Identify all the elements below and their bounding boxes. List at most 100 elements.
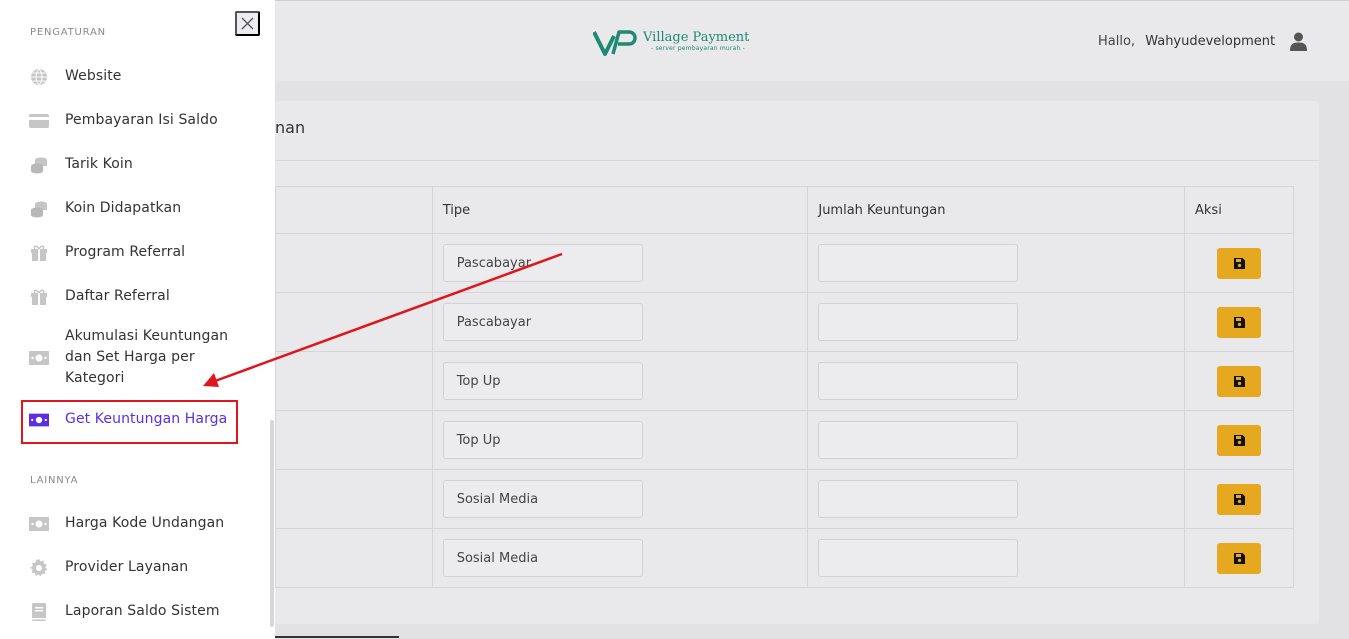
table-cell [275,351,433,411]
sidebar-item-label: Program Referral [65,244,186,260]
jumlah-keuntungan-input[interactable] [818,303,1019,341]
column-header-aksi: Aksi [1184,186,1294,234]
tipe-field[interactable]: Pascabayar [442,303,643,341]
table-cell: Pascabayar [431,292,809,352]
table-header-row: Tipe Jumlah Keuntungan Aksi [275,186,1294,234]
table-cell [807,233,1186,293]
section-heading-pengaturan: PENGATURAN [30,27,106,38]
username[interactable]: Wahyudevelopment [1145,34,1275,49]
sidebar-item-label: Harga Kode Undangan [65,515,225,531]
table-cell [275,410,433,470]
table-row: Top Up [275,410,1294,470]
table-cell [1184,410,1294,470]
table-cell: Sosial Media [431,528,809,588]
tipe-field[interactable]: Sosial Media [442,480,643,518]
sidebar-item-koin-didapatkan[interactable]: Koin Didapatkan [29,198,234,219]
sidebar-item-daftar-referral[interactable]: Daftar Referral [29,286,234,307]
brand-name: Village Payment [643,30,750,45]
sidebar-item-pembayaran-isi-saldo[interactable]: Pembayaran Isi Saldo [29,110,234,131]
sidebar-item-website[interactable]: Website [29,66,234,87]
sidebar-item-label: Provider Layanan [65,559,189,575]
gift-icon [29,287,49,307]
table-row: Pascabayar [275,292,1294,352]
sidebar-item-label: Laporan Saldo Sistem [65,603,220,619]
tipe-field[interactable]: Top Up [442,362,643,400]
sidebar-item-harga-kode-undangan[interactable]: Harga Kode Undangan [29,513,234,534]
section-heading-lainnya: LAINNYA [30,475,79,486]
jumlah-keuntungan-input[interactable] [818,362,1019,400]
tipe-field[interactable]: Top Up [442,421,643,459]
sidebar-item-label: Daftar Referral [65,288,170,304]
sidebar-item-label: Akumulasi Keuntungan dan Set Harga per K… [65,328,229,386]
gear-icon [29,558,49,578]
column-header [275,186,433,234]
jumlah-keuntungan-input[interactable] [818,539,1019,577]
vp-logo-mark [593,30,637,56]
table-cell [807,528,1186,588]
save-button[interactable] [1217,483,1262,515]
floppy-disk-icon [1233,316,1245,328]
table-cell [1184,528,1294,588]
save-button[interactable] [1217,365,1262,397]
table-row: Sosial Media [275,528,1294,588]
card-title: nan [275,118,306,137]
sidebar-item-label: Tarik Koin [65,156,133,172]
greeting-text: Hallo, [1098,34,1136,49]
save-button[interactable] [1217,424,1262,456]
sidebar-item-laporan-saldo-sistem[interactable]: Laporan Saldo Sistem [29,601,234,622]
credit-card-icon [29,111,49,131]
user-greeting: Hallo, Wahyudevelopment [1098,34,1275,49]
sidebar-item-program-referral[interactable]: Program Referral [29,242,234,263]
table-cell [1184,233,1294,293]
column-header-jumlah: Jumlah Keuntungan [807,186,1186,234]
table-cell [275,233,433,293]
user-icon[interactable] [1290,32,1307,51]
jumlah-keuntungan-input[interactable] [818,421,1019,459]
sidebar-item-provider-layanan[interactable]: Provider Layanan [29,557,234,578]
table-cell [1184,469,1294,529]
save-button[interactable] [1217,247,1262,279]
brand-tagline: - server pembayaran murah - [651,45,745,52]
save-button[interactable] [1217,306,1262,338]
close-sidebar-button[interactable] [235,11,260,36]
money-bill-icon [29,348,49,368]
column-header-tipe: Tipe [431,186,809,234]
floppy-disk-icon [1233,375,1245,387]
coins-icon [29,155,49,175]
sidebar-item-label: Koin Didapatkan [65,200,182,216]
card-divider [275,160,1319,161]
close-icon [241,17,254,30]
tipe-field[interactable]: Sosial Media [442,539,643,577]
brand-logo[interactable]: Village Payment - server pembayaran mura… [593,27,763,57]
table-cell [275,469,433,529]
table-row: Pascabayar [275,233,1294,293]
profit-table: Tipe Jumlah Keuntungan Aksi Pascabayar P… [275,186,1294,588]
highlight-annotation-box [21,400,238,444]
table-cell: Sosial Media [431,469,809,529]
tipe-field[interactable]: Pascabayar [442,244,643,282]
book-icon [29,602,49,622]
table-row: Top Up [275,351,1294,411]
globe-icon [29,67,49,87]
sidebar-scrollbar[interactable] [270,420,274,627]
table-cell: Top Up [431,410,809,470]
jumlah-keuntungan-input[interactable] [818,480,1019,518]
coins-icon [29,199,49,219]
table-cell [1184,292,1294,352]
table-cell [807,351,1186,411]
bottom-edge-line [275,636,399,638]
table-cell [275,292,433,352]
gift-icon [29,243,49,263]
table-cell [807,292,1186,352]
floppy-disk-icon [1233,257,1245,269]
sidebar-item-label: Website [65,68,122,84]
jumlah-keuntungan-input[interactable] [818,244,1019,282]
floppy-disk-icon [1233,552,1245,564]
table-cell: Top Up [431,351,809,411]
save-button[interactable] [1217,542,1262,574]
table-cell [275,528,433,588]
sidebar-item-tarik-koin[interactable]: Tarik Koin [29,154,234,175]
floppy-disk-icon [1233,434,1245,446]
money-bill-icon [29,514,49,534]
sidebar-item-akumulasi-keuntungan[interactable]: Akumulasi Keuntungan dan Set Harga per K… [29,326,234,389]
